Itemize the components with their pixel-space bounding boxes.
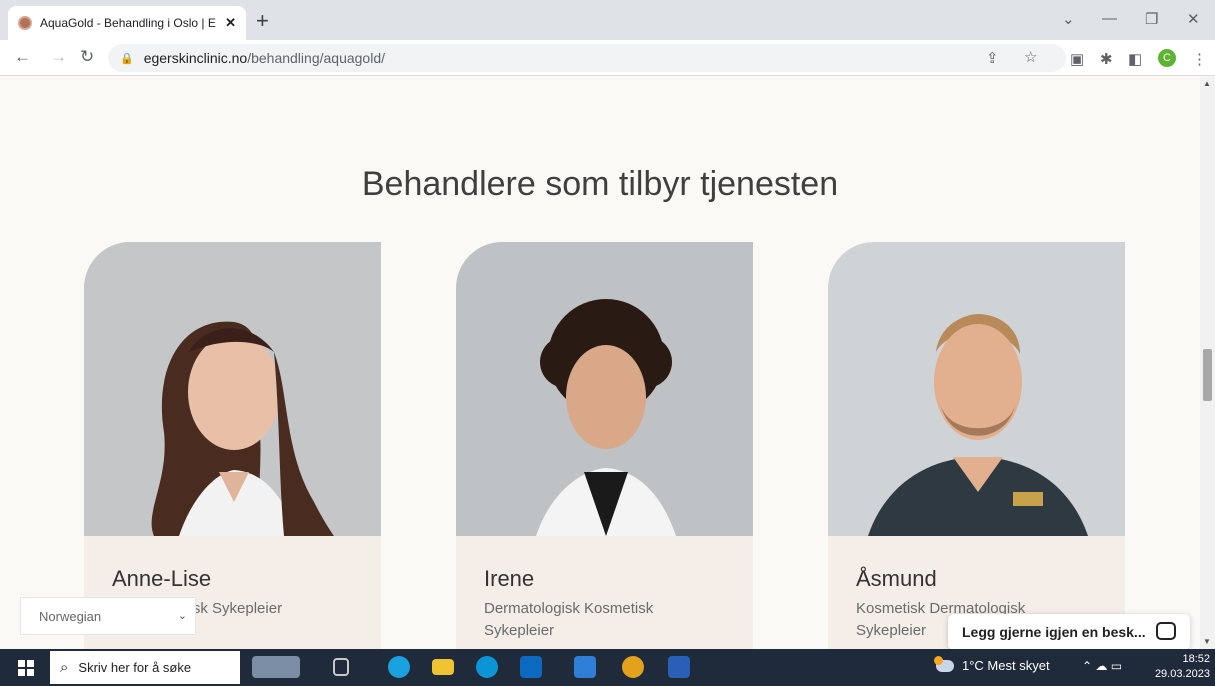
practitioner-name: Irene bbox=[484, 566, 535, 591]
tab-title: AquaGold - Behandling i Oslo | E bbox=[40, 16, 216, 30]
practitioner-photo bbox=[828, 242, 1125, 536]
lock-icon: 🔒 bbox=[120, 52, 134, 65]
practitioner-name: Åsmund bbox=[856, 566, 937, 591]
practitioner-card[interactable]: Åsmund Kosmetisk Dermatologisk Sykepleie… bbox=[828, 242, 1125, 649]
site-favicon-icon bbox=[18, 16, 32, 30]
url-host: egerskinclinic.no bbox=[143, 50, 248, 66]
browser-tabstrip: AquaGold - Behandling i Oslo | E ✕ + ⌄ —… bbox=[0, 0, 1215, 40]
language-select-value: Norwegian bbox=[39, 609, 102, 624]
practitioner-photo bbox=[84, 242, 381, 536]
extensions-puzzle-icon[interactable]: ✱ bbox=[1100, 50, 1113, 68]
close-window-button[interactable]: ✕ bbox=[1187, 10, 1200, 28]
pdf-extension-icon[interactable]: ▣ bbox=[1070, 50, 1084, 68]
search-icon: ⌕ bbox=[60, 659, 69, 676]
share-icon[interactable]: ⇪ bbox=[986, 49, 999, 67]
chevron-down-icon: ⌄ bbox=[177, 610, 187, 622]
weather-widget[interactable]: 1°C Mest skyet bbox=[934, 655, 1050, 673]
menu-dots-icon[interactable]: ⋮ bbox=[1192, 50, 1207, 68]
scroll-up-arrow-icon[interactable]: ▲ bbox=[1203, 79, 1211, 88]
new-tab-button[interactable]: + bbox=[256, 8, 269, 34]
system-tray-icons[interactable]: ⌃ ☁ ▭ bbox=[1082, 659, 1122, 673]
forward-arrow-icon[interactable]: → bbox=[50, 47, 67, 67]
file-explorer-icon[interactable] bbox=[432, 659, 454, 675]
skype-icon[interactable] bbox=[476, 656, 498, 678]
minimize-button[interactable]: — bbox=[1102, 10, 1117, 27]
practitioner-role: Dermatologisk Kosmetisk Sykepleier bbox=[484, 600, 654, 639]
language-select[interactable]: Norwegian ⌄ bbox=[20, 597, 196, 635]
people-app-icon[interactable] bbox=[252, 656, 300, 678]
section-heading: Behandlere som tilbyr tjenesten bbox=[361, 165, 839, 203]
clock-time: 18:52 bbox=[1182, 653, 1210, 665]
browser-toolbar: ← → ↻ 🔒 egerskinclinic.no /behandling/aq… bbox=[0, 40, 1215, 76]
edge-browser-icon[interactable] bbox=[388, 656, 410, 678]
practitioner-name: Anne-Lise bbox=[112, 566, 212, 591]
reload-icon[interactable]: ↻ bbox=[80, 47, 94, 67]
url-path: /behandling/aquagold/ bbox=[247, 50, 385, 66]
practitioner-info: Irene Dermatologisk Kosmetisk Sykepleier bbox=[456, 536, 753, 649]
scroll-down-arrow-icon[interactable]: ▼ bbox=[1203, 637, 1211, 646]
weather-text: 1°C Mest skyet bbox=[962, 658, 1050, 673]
taskbar-clock[interactable]: 18:52 29.03.2023 bbox=[1150, 652, 1210, 682]
side-panel-icon[interactable]: ◧ bbox=[1128, 50, 1142, 68]
browser-tab-active[interactable]: AquaGold - Behandling i Oslo | E ✕ bbox=[8, 6, 246, 40]
windows-taskbar: ⌕ Skriv her for å søke 1°C Mest skyet ⌃ … bbox=[0, 649, 1215, 686]
scroll-thumb[interactable] bbox=[1203, 349, 1212, 401]
taskbar-search-input[interactable]: ⌕ Skriv her for å søke bbox=[50, 651, 240, 684]
address-bar[interactable]: 🔒 egerskinclinic.no /behandling/aquagold… bbox=[108, 44, 1066, 72]
practitioner-card[interactable]: Anne-Lise Dermatologisk Sykepleier bbox=[84, 242, 381, 649]
page-content: Behandlere som tilbyr tjenesten Anne-Lis… bbox=[0, 77, 1200, 649]
tab-search-chevron-icon[interactable]: ⌄ bbox=[1062, 10, 1075, 28]
chrome-browser-icon[interactable] bbox=[622, 656, 644, 678]
windows-start-icon[interactable] bbox=[18, 660, 34, 676]
bookmark-star-icon[interactable]: ☆ bbox=[1024, 48, 1037, 66]
chat-icon bbox=[1156, 622, 1176, 640]
practitioner-photo bbox=[456, 242, 753, 536]
profile-avatar[interactable]: C bbox=[1158, 49, 1176, 67]
task-view-icon[interactable] bbox=[333, 658, 349, 676]
page-scrollbar[interactable]: ▲ ▼ bbox=[1200, 77, 1215, 649]
restore-button[interactable]: ❐ bbox=[1145, 10, 1158, 28]
clock-date: 29.03.2023 bbox=[1154, 668, 1210, 680]
taskbar-search-placeholder: Skriv her for å søke bbox=[78, 660, 192, 675]
chat-widget-button[interactable]: Legg gjerne igjen en besk... bbox=[948, 614, 1190, 650]
photos-app-icon[interactable] bbox=[574, 656, 596, 678]
weather-cloud-icon bbox=[934, 655, 954, 672]
chat-widget-label: Legg gjerne igjen en besk... bbox=[962, 624, 1146, 640]
word-app-icon[interactable] bbox=[668, 656, 690, 678]
close-tab-icon[interactable]: ✕ bbox=[225, 15, 236, 31]
outlook-icon[interactable] bbox=[520, 656, 542, 678]
back-arrow-icon[interactable]: ← bbox=[14, 47, 31, 67]
practitioner-card[interactable]: Irene Dermatologisk Kosmetisk Sykepleier bbox=[456, 242, 753, 649]
